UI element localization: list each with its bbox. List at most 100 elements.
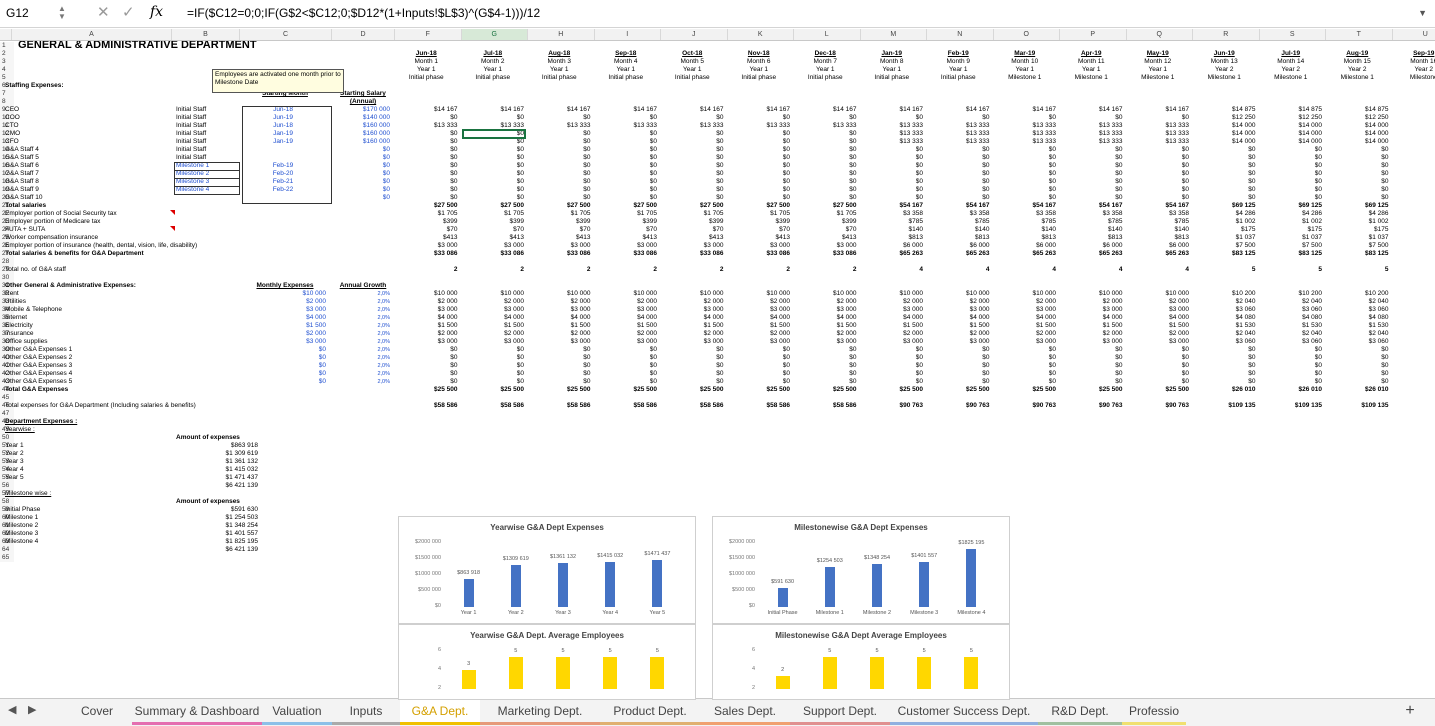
- month-value-cell[interactable]: $54 167: [927, 202, 990, 210]
- month-value-cell[interactable]: $0: [661, 114, 724, 122]
- monthly-expense-value[interactable]: $0: [240, 346, 326, 354]
- month-value-cell[interactable]: $33 086: [395, 250, 458, 258]
- month-value-cell[interactable]: $109 135: [1193, 402, 1256, 410]
- milestone-amount[interactable]: $1 348 254: [176, 522, 258, 530]
- month-value-cell[interactable]: $3: [1393, 338, 1435, 346]
- year-header[interactable]: Year 1: [1060, 66, 1123, 74]
- month-value-cell[interactable]: $0: [794, 114, 857, 122]
- month-value-cell[interactable]: $3 060: [1193, 338, 1256, 346]
- month-value-cell[interactable]: $0: [728, 146, 791, 154]
- month-value-cell[interactable]: $0: [861, 186, 924, 194]
- month-value-cell[interactable]: $413: [528, 234, 591, 242]
- expense-name[interactable]: Other G&A Expenses 1: [5, 346, 165, 354]
- month-value-cell[interactable]: $785: [1127, 218, 1190, 226]
- salary-row-label[interactable]: Total salaries: [5, 202, 265, 210]
- month-value-cell[interactable]: $3 000: [994, 338, 1057, 346]
- month-value-cell[interactable]: $3 000: [595, 338, 658, 346]
- month-value-cell[interactable]: 2: [595, 266, 658, 274]
- month-value-cell[interactable]: $13 333: [661, 122, 724, 130]
- month-value-cell[interactable]: $4 000: [728, 314, 791, 322]
- month-value-cell[interactable]: $6 000: [994, 242, 1057, 250]
- month-value-cell[interactable]: $0: [1260, 346, 1323, 354]
- phase-header[interactable]: Milestone 1: [1060, 74, 1123, 82]
- milestone-item[interactable]: Milestone 4: [5, 538, 105, 546]
- staff-type[interactable]: [176, 194, 240, 202]
- row-header[interactable]: 65: [0, 554, 14, 562]
- month-value-cell[interactable]: $14 000: [1193, 130, 1256, 138]
- month-value-cell[interactable]: $0: [528, 130, 591, 138]
- row-header[interactable]: 2: [0, 50, 14, 58]
- month-value-cell[interactable]: $27 500: [595, 202, 658, 210]
- month-number-header[interactable]: Month 1: [395, 58, 458, 66]
- month-value-cell[interactable]: $0: [728, 370, 791, 378]
- milestone-amount[interactable]: $1 401 557: [176, 530, 258, 538]
- month-value-cell[interactable]: $1 037: [1193, 234, 1256, 242]
- month-value-cell[interactable]: $0: [462, 170, 525, 178]
- month-value-cell[interactable]: $3 000: [462, 306, 525, 314]
- growth-value[interactable]: 2,0%: [332, 298, 390, 306]
- month-value-cell[interactable]: 4: [927, 266, 990, 274]
- month-value-cell[interactable]: $: [1393, 226, 1435, 234]
- month-value-cell[interactable]: $0: [728, 354, 791, 362]
- staff-name[interactable]: G&A Staff 8: [5, 178, 165, 186]
- month-value-cell[interactable]: $1: [1393, 322, 1435, 330]
- month-value-cell[interactable]: $0: [994, 194, 1057, 202]
- month-number-header[interactable]: Month 8: [861, 58, 924, 66]
- month-value-cell[interactable]: $25 500: [794, 386, 857, 394]
- month-date-header[interactable]: Jun-18: [395, 50, 458, 58]
- month-value-cell[interactable]: $13 333: [994, 138, 1057, 146]
- month-value-cell[interactable]: $13 333: [994, 122, 1057, 130]
- month-value-cell[interactable]: $0: [994, 346, 1057, 354]
- column-header-h[interactable]: H: [528, 29, 595, 40]
- month-value-cell[interactable]: $0: [661, 178, 724, 186]
- month-value-cell[interactable]: $3: [1393, 306, 1435, 314]
- month-value-cell[interactable]: $3 060: [1260, 338, 1323, 346]
- month-value-cell[interactable]: $0: [1127, 114, 1190, 122]
- month-value-cell[interactable]: $3 060: [1326, 338, 1389, 346]
- month-date-header[interactable]: May-19: [1127, 50, 1190, 58]
- year-header[interactable]: Year 1: [994, 66, 1057, 74]
- month-value-cell[interactable]: $175: [1326, 226, 1389, 234]
- month-value-cell[interactable]: $3 000: [462, 338, 525, 346]
- month-date-header[interactable]: Nov-18: [728, 50, 791, 58]
- month-value-cell[interactable]: $90 763: [1060, 402, 1123, 410]
- month-number-header[interactable]: Month 16: [1393, 58, 1435, 66]
- starting-salary-value[interactable]: $0: [332, 146, 390, 154]
- month-value-cell[interactable]: $25 500: [661, 386, 724, 394]
- month-value-cell[interactable]: $10 200: [1260, 290, 1323, 298]
- starting-salary-value[interactable]: $0: [332, 162, 390, 170]
- milestone-amount[interactable]: $1 254 503: [176, 514, 258, 522]
- tab-product-dept[interactable]: Product Dept.: [600, 699, 700, 725]
- month-date-header[interactable]: Aug-18: [528, 50, 591, 58]
- month-value-cell[interactable]: $0: [794, 378, 857, 386]
- month-value-cell[interactable]: $0: [661, 346, 724, 354]
- month-value-cell[interactable]: $0: [1326, 346, 1389, 354]
- month-value-cell[interactable]: $0: [794, 146, 857, 154]
- month-value-cell[interactable]: $1 705: [595, 210, 658, 218]
- month-value-cell[interactable]: $0: [1193, 162, 1256, 170]
- month-date-header[interactable]: Jul-18: [462, 50, 525, 58]
- month-value-cell[interactable]: $2 000: [927, 298, 990, 306]
- month-value-cell[interactable]: $2 000: [595, 298, 658, 306]
- month-value-cell[interactable]: $0: [1127, 162, 1190, 170]
- month-value-cell[interactable]: $7: [1393, 242, 1435, 250]
- month-value-cell[interactable]: $2 040: [1326, 330, 1389, 338]
- row-header[interactable]: 5: [0, 74, 14, 82]
- month-value-cell[interactable]: $399: [794, 218, 857, 226]
- month-value-cell[interactable]: $70: [595, 226, 658, 234]
- starting-salary-value[interactable]: $160 000: [332, 130, 390, 138]
- month-value-cell[interactable]: $25 500: [1060, 386, 1123, 394]
- annual-growth-header[interactable]: Annual Growth: [332, 282, 394, 290]
- year-header[interactable]: Year 1: [1127, 66, 1190, 74]
- month-value-cell[interactable]: $90 763: [927, 402, 990, 410]
- month-value-cell[interactable]: $6 000: [861, 242, 924, 250]
- month-value-cell[interactable]: $0: [528, 138, 591, 146]
- month-value-cell[interactable]: $0: [794, 130, 857, 138]
- growth-value[interactable]: 2,0%: [332, 338, 390, 346]
- month-value-cell[interactable]: 5: [1260, 266, 1323, 274]
- month-value-cell[interactable]: $70: [462, 226, 525, 234]
- month-value-cell[interactable]: $0: [861, 346, 924, 354]
- month-value-cell[interactable]: $0: [395, 114, 458, 122]
- month-value-cell[interactable]: $0: [1127, 146, 1190, 154]
- month-value-cell[interactable]: $109 135: [1326, 402, 1389, 410]
